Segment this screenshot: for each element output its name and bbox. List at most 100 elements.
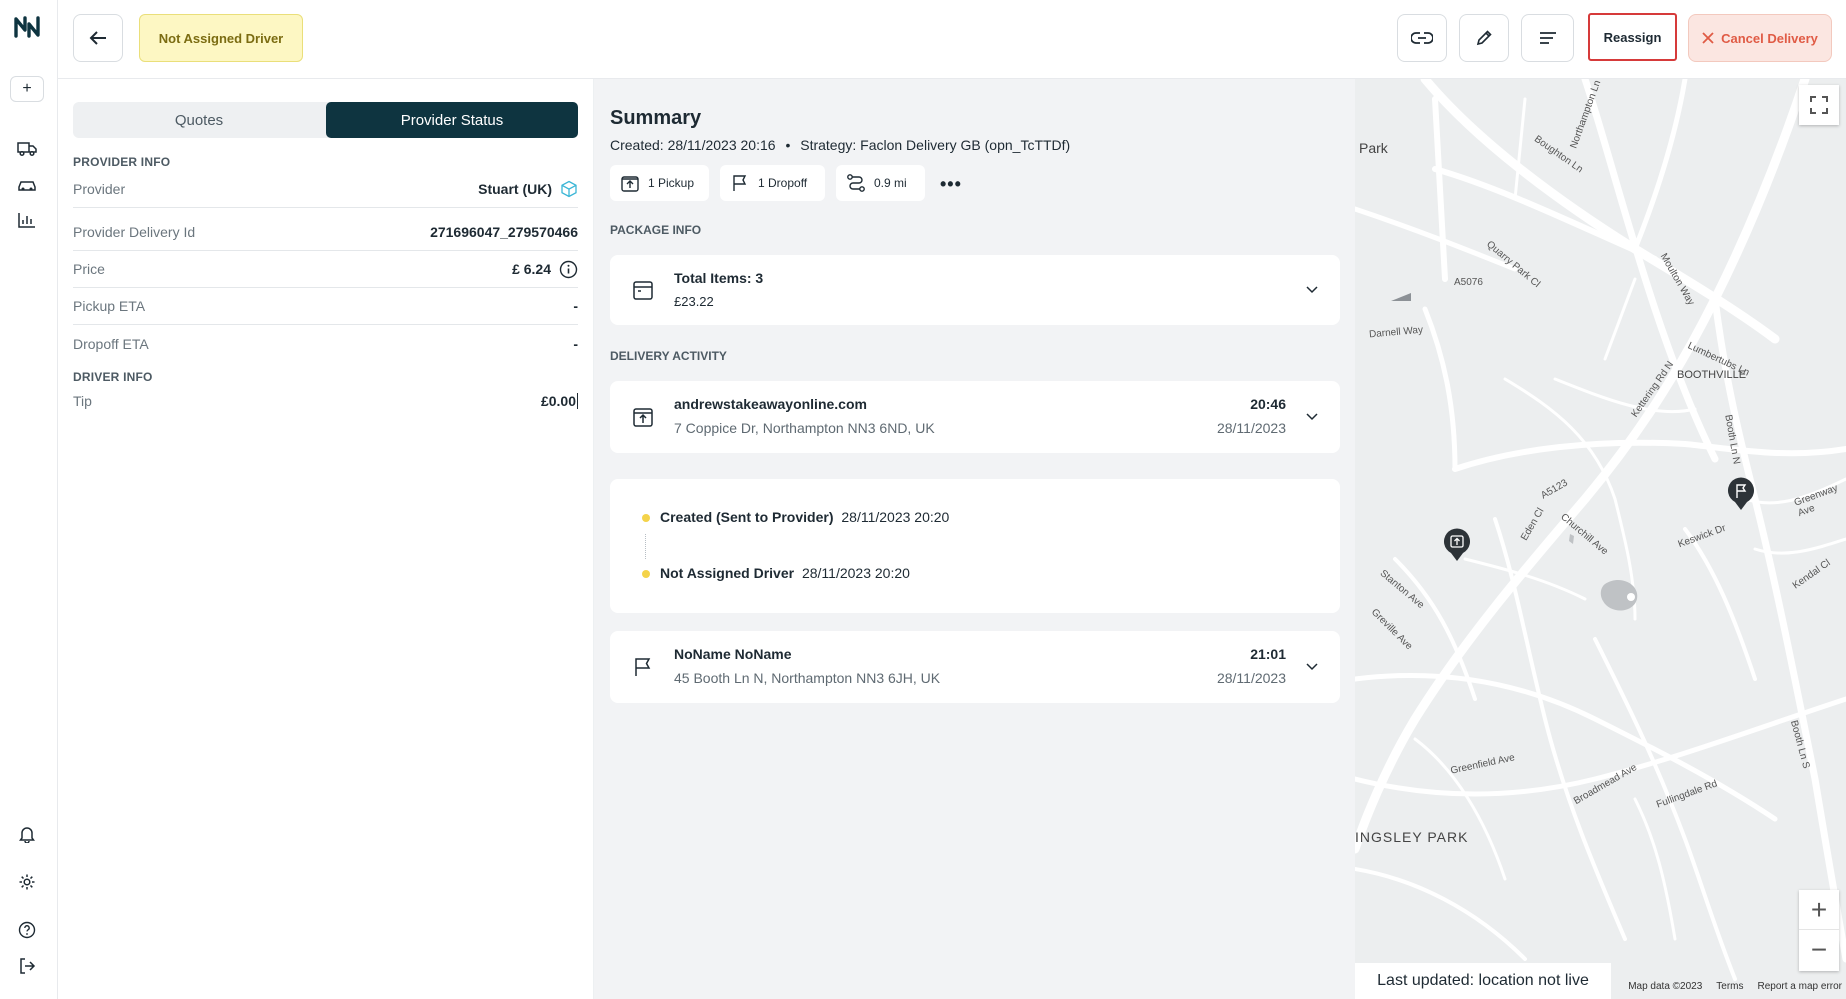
fullscreen-button[interactable] <box>1799 85 1839 125</box>
dropoff-count-chip: 1 Dropoff <box>720 165 825 201</box>
zoom-in-button[interactable]: + <box>1799 890 1839 930</box>
tab-provider-status[interactable]: Provider Status <box>326 102 578 138</box>
pickup-count-chip: 1 Pickup <box>610 165 709 201</box>
dropoff-name: NoName NoName <box>674 646 792 662</box>
info-icon[interactable] <box>559 260 578 279</box>
package-amount: £23.22 <box>674 294 714 309</box>
summary-panel: Summary Created: 28/11/2023 20:16 • Stra… <box>594 79 1355 999</box>
timeline-item: Created (Sent to Provider) 28/11/2023 20… <box>660 509 949 525</box>
map-label: Park <box>1359 140 1388 156</box>
summary-meta: Created: 28/11/2023 20:16 • Strategy: Fa… <box>610 137 1070 153</box>
fullscreen-icon <box>1810 96 1828 114</box>
status-timeline-card: Created (Sent to Provider) 28/11/2023 20… <box>610 479 1340 613</box>
timeline-status: Not Assigned Driver <box>660 565 795 581</box>
pickup-address: 7 Coppice Dr, Northampton NN3 6ND, UK <box>674 420 935 436</box>
timeline-time: 28/11/2023 20:20 <box>801 565 910 581</box>
zoom-controls: + − <box>1799 890 1839 971</box>
timeline-dot <box>642 570 650 578</box>
dropoff-date: 28/11/2023 <box>1216 670 1286 686</box>
dropoff-time: 21:01 <box>1250 646 1286 662</box>
distance-label: 0.9 mi <box>874 176 907 190</box>
link-icon <box>1411 32 1433 44</box>
price-row: Price £ 6.24 <box>73 251 578 288</box>
flag-icon <box>635 658 651 676</box>
arrow-left-icon <box>89 31 106 45</box>
provider-label: Provider <box>73 181 126 197</box>
reassign-button[interactable]: Reassign <box>1588 13 1677 61</box>
timeline-status: Created (Sent to Provider) <box>660 509 834 525</box>
cancel-delivery-button[interactable]: Cancel Delivery <box>1688 14 1832 62</box>
pickup-eta-row: Pickup ETA - <box>73 288 578 325</box>
chevron-down-icon[interactable] <box>1306 663 1318 671</box>
pickup-count-label: 1 Pickup <box>648 176 695 190</box>
copy-link-button[interactable] <box>1397 14 1447 62</box>
map-report-error-link[interactable]: Report a map error <box>1758 981 1842 992</box>
delivery-map[interactable]: Park A5076 Boughton Ln Northampton Ln Mo… <box>1355 79 1846 999</box>
created-timestamp: Created: 28/11/2023 20:16 <box>610 137 776 153</box>
package-card[interactable]: Total Items: 3 £23.22 <box>610 255 1340 325</box>
pickup-date: 28/11/2023 <box>1216 420 1286 436</box>
map-label: INGSLEY PARK <box>1355 829 1469 845</box>
provider-row: Provider Stuart (UK) <box>73 171 578 208</box>
last-updated-banner: Last updated: location not live <box>1355 963 1611 999</box>
provider-value: Stuart (UK) <box>478 180 578 198</box>
package-calendar-icon <box>633 281 653 300</box>
pencil-icon <box>1476 30 1492 46</box>
tab-quotes[interactable]: Quotes <box>73 102 325 138</box>
notifications-bell-icon[interactable] <box>14 823 40 845</box>
pickup-box-icon <box>633 408 653 427</box>
new-delivery-button[interactable]: + <box>10 76 44 102</box>
map-data-credit: Map data ©2023 <box>1628 981 1703 992</box>
back-button[interactable] <box>73 14 123 62</box>
provider-info-heading: PROVIDER INFO <box>73 155 171 169</box>
help-question-icon[interactable] <box>14 919 40 941</box>
chevron-down-icon[interactable] <box>1306 286 1318 294</box>
settings-gear-icon[interactable] <box>14 871 40 893</box>
timeline-item: Not Assigned Driver 28/11/2023 20:20 <box>660 565 910 581</box>
dropoff-eta-value: - <box>573 335 578 352</box>
dropoff-address: 45 Booth Ln N, Northampton NN3 6JH, UK <box>674 670 941 686</box>
analytics-chart-icon[interactable] <box>14 209 40 231</box>
drivers-car-icon[interactable] <box>14 174 40 196</box>
chevron-down-icon[interactable] <box>1306 413 1318 421</box>
map-terms-link[interactable]: Terms <box>1716 981 1743 992</box>
lines-menu-icon <box>1539 32 1556 44</box>
price-label: Price <box>73 261 105 277</box>
timeline-dot <box>642 514 650 522</box>
provider-delivery-id-value: 271696047_279570466 <box>430 224 578 240</box>
strategy-text: Strategy: Faclon Delivery GB (opn_TcTTDf… <box>800 137 1071 153</box>
flag-icon <box>733 175 747 191</box>
edit-button[interactable] <box>1459 14 1509 62</box>
brand-logo-icon[interactable] <box>13 14 41 40</box>
summary-title: Summary <box>610 107 702 129</box>
distance-chip: 0.9 mi <box>836 165 925 201</box>
timeline-connector <box>645 534 646 559</box>
map-roads <box>1355 79 1846 981</box>
zoom-out-button[interactable]: − <box>1799 930 1839 970</box>
pickup-eta-label: Pickup ETA <box>73 298 146 314</box>
provider-delivery-id-label: Provider Delivery Id <box>73 224 196 240</box>
bullet-separator: • <box>785 137 791 153</box>
tab-bar: Quotes Provider Status <box>73 102 578 138</box>
dropoff-eta-row: Dropoff ETA - <box>73 325 578 362</box>
timeline-time: 28/11/2023 20:20 <box>841 509 950 525</box>
dropoff-map-marker[interactable] <box>1726 477 1756 511</box>
more-options-icon[interactable]: ••• <box>940 174 962 195</box>
deliveries-truck-icon[interactable] <box>14 138 40 160</box>
total-items-text: Total Items: 3 <box>674 270 764 286</box>
tip-input[interactable]: £0.00 <box>541 392 578 409</box>
pickup-map-marker[interactable] <box>1442 528 1472 562</box>
top-bar: Not Assigned Driver Reassign Cancel Deli… <box>58 0 1846 79</box>
details-menu-button[interactable] <box>1521 14 1574 62</box>
pickup-card[interactable]: andrewstakeawayonline.com 7 Coppice Dr, … <box>610 381 1340 453</box>
map-label: A5076 <box>1454 277 1483 288</box>
pickup-time: 20:46 <box>1250 396 1286 412</box>
provider-panel: Quotes Provider Status PROVIDER INFO Pro… <box>58 79 594 999</box>
delivery-activity-heading: DELIVERY ACTIVITY <box>610 349 727 363</box>
logout-icon[interactable] <box>14 955 40 977</box>
provider-name: Stuart (UK) <box>478 181 552 197</box>
tip-label: Tip <box>73 392 92 409</box>
package-info-heading: PACKAGE INFO <box>610 223 702 237</box>
dropoff-card[interactable]: NoName NoName 45 Booth Ln N, Northampton… <box>610 631 1340 703</box>
pickup-name: andrewstakeawayonline.com <box>674 396 867 412</box>
